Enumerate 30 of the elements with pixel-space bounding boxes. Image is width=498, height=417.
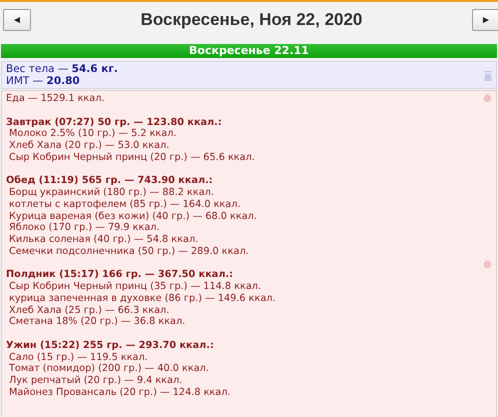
food-item: Семечки подсолнечника (50 гр.) — 289.0 ккал. (9, 246, 249, 257)
meal-title: Полдник (15:17) 166 гр. — 367.50 ккал.: (6, 269, 233, 280)
weight-line: ИМТ — 20.80 (6, 75, 80, 87)
date-title: Воскресенье, Ноя 22, 2020 (140, 10, 364, 30)
food-item: Сало (15 гр.) — 119.5 ккал. (9, 352, 148, 362)
food-item: Сыр Кобрин Черный принц (35 гр.) — 114.8 ккал. (9, 281, 262, 292)
food-item: котлеты с картофелем (85 гр.) — 164.0 ккал. (9, 198, 240, 210)
previous-button[interactable]: ◄ (3, 9, 31, 31)
meal-title: Завтрак (07:27) 50 гр. — 123.80 ккал.: (6, 116, 222, 128)
food-item: курица запеченная в духовке (86 гр.) — 149.6 ккал. (9, 292, 276, 304)
food-item: Яблоко (170 гр.) — 79.9 ккал. (9, 222, 160, 234)
food-item: Борщ украинский (180 гр.) — 88.2 ккал. (9, 187, 214, 198)
food-item: Хлеб Хала (20 гр.) — 53.0 ккал. (9, 140, 170, 151)
food-item: Молоко 2.5% (10 гр.) — 5.2 ккал. (9, 128, 176, 140)
food-item: Килька соленая (40 гр.) — 54.8 ккал. (9, 234, 198, 245)
meal-title: Обед (11:19) 565 гр. — 743.90 ккал.: (6, 175, 213, 186)
day-bar: Воскресенье 22.11 (1, 44, 497, 58)
food-item: Томат (помидор) (200 гр.) — 40.0 ккал. (9, 363, 209, 374)
food-item: Курица вареная (без кожи) (40 гр.) — 68.0 ккал. (9, 210, 257, 222)
meal-title: Ужин (15:22) 255 гр. — 293.70 ккал.: (6, 340, 214, 351)
food-item: Сыр Кобрин Черный принц (20 гр.) — 65.6 ккал. (9, 152, 255, 163)
weight-line: Вес тела — 54.6 кг. (6, 63, 118, 75)
weight-icon (484, 71, 492, 81)
food-total: Еда — 1529.1 ккал. (6, 93, 104, 104)
next-button[interactable]: ► (472, 9, 498, 31)
food-item: Сметана 18% (20 гр.) — 36.8 ккал. (9, 316, 186, 328)
food-item: Майонез Провансаль (20 гр.) — 124.8 ккал. (9, 386, 230, 398)
food-item: Лук репчатый (20 гр.) — 9.4 ккал. (9, 375, 182, 386)
apple-icon (483, 93, 492, 103)
food-item: Хлеб Хала (25 гр.) — 66.3 ккал. (9, 304, 170, 316)
